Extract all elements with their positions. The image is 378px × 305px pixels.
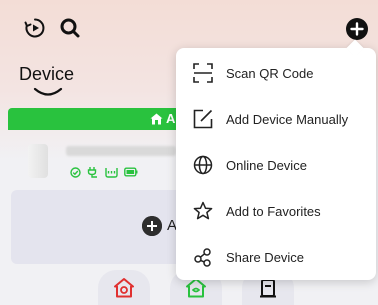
play-circle-icon[interactable] bbox=[24, 17, 46, 39]
home-icon bbox=[114, 277, 134, 297]
plug-icon bbox=[87, 167, 97, 178]
device-thumbnail bbox=[28, 144, 48, 178]
add-dropdown-menu: Scan QR Code Add Device Manually Online … bbox=[176, 48, 376, 280]
edit-square-icon bbox=[192, 108, 214, 130]
title-underline bbox=[33, 87, 63, 96]
page-title: Device bbox=[19, 64, 75, 84]
menu-item-add-favorites[interactable]: Add to Favorites bbox=[176, 188, 376, 234]
globe-icon bbox=[192, 154, 214, 176]
star-icon bbox=[192, 200, 214, 222]
menu-item-share-device[interactable]: Share Device bbox=[176, 234, 376, 280]
scan-qr-icon bbox=[192, 62, 214, 84]
menu-item-label: Share Device bbox=[226, 249, 305, 265]
menu-item-label: Scan QR Code bbox=[226, 65, 314, 81]
menu-item-label: Online Device bbox=[226, 157, 307, 173]
check-circle-icon bbox=[70, 166, 81, 178]
search-icon[interactable] bbox=[59, 17, 81, 39]
share-nodes-icon bbox=[192, 246, 214, 268]
menu-item-scan-qr[interactable]: Scan QR Code bbox=[176, 50, 376, 96]
menu-item-label: Add Device Manually bbox=[226, 111, 349, 127]
room-bar-label: A bbox=[166, 111, 176, 126]
menu-item-label: Add to Favorites bbox=[226, 203, 321, 219]
menu-item-add-manually[interactable]: Add Device Manually bbox=[176, 96, 376, 142]
add-circle-icon bbox=[142, 216, 162, 236]
add-circle-icon[interactable] bbox=[345, 17, 369, 41]
device-status-icons bbox=[70, 166, 138, 178]
menu-item-online-device[interactable]: Online Device bbox=[176, 142, 376, 188]
device-row[interactable] bbox=[24, 142, 184, 188]
wifi-router-icon bbox=[105, 167, 118, 178]
home-icon bbox=[150, 113, 163, 124]
device-name-blurred bbox=[66, 146, 176, 156]
battery-icon bbox=[124, 167, 138, 177]
tab-home[interactable] bbox=[98, 270, 150, 305]
